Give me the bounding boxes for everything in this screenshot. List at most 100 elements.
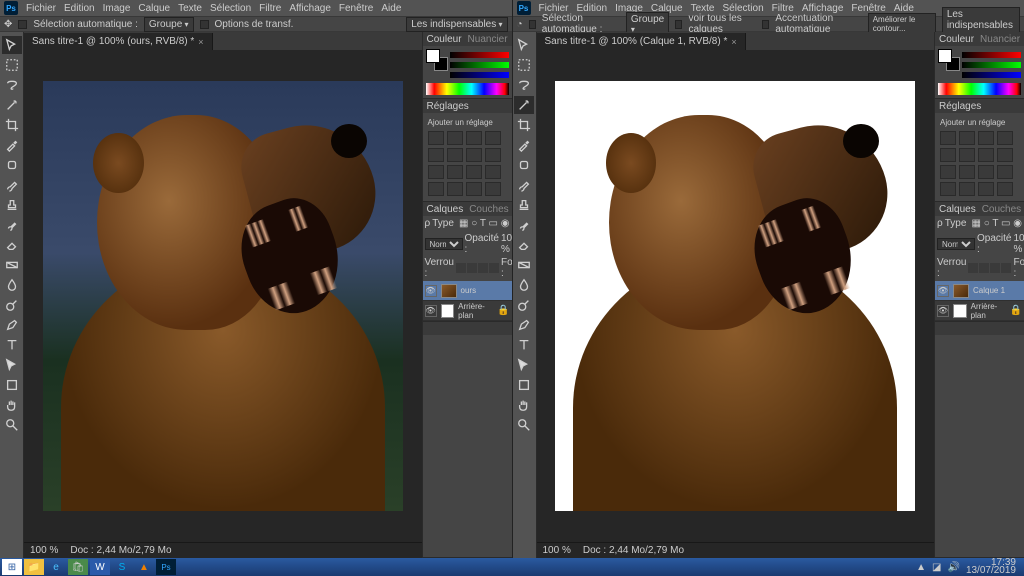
menu-item-file[interactable]: Fichier bbox=[539, 3, 569, 14]
adjustment-layer-icon[interactable] bbox=[974, 324, 984, 334]
menu-item-text[interactable]: Texte bbox=[691, 3, 715, 14]
lock-trans-icon[interactable] bbox=[456, 263, 466, 273]
adj-selective-icon[interactable] bbox=[485, 182, 501, 196]
lock-pos-icon[interactable] bbox=[990, 263, 1000, 273]
canvas[interactable] bbox=[555, 81, 915, 511]
tray-volume-icon[interactable]: 🔊 bbox=[947, 562, 959, 573]
blur-tool[interactable] bbox=[2, 276, 22, 294]
menu-item-help[interactable]: Aide bbox=[894, 3, 914, 14]
blue-slider[interactable] bbox=[962, 72, 1021, 78]
color-spectrum[interactable] bbox=[426, 83, 509, 95]
path-tool[interactable] bbox=[2, 356, 22, 374]
blur-tool[interactable] bbox=[514, 276, 534, 294]
workspace-dropdown[interactable]: Les indispensables ▾ bbox=[406, 17, 507, 32]
marquee-tool[interactable] bbox=[2, 56, 22, 74]
dodge-tool[interactable] bbox=[2, 296, 22, 314]
zoom-level[interactable]: 100 % bbox=[543, 545, 571, 556]
app-logo[interactable]: Ps bbox=[517, 1, 531, 15]
layers-tab[interactable]: Calques bbox=[939, 204, 976, 215]
adj-lookup-icon[interactable] bbox=[978, 165, 994, 179]
adj-bw-icon[interactable] bbox=[997, 148, 1013, 162]
visibility-toggle-icon[interactable]: 👁 bbox=[937, 305, 949, 317]
taskbar-skype-icon[interactable]: S bbox=[112, 559, 132, 575]
swatches-tab[interactable]: Nuancier bbox=[980, 34, 1020, 45]
canvas[interactable] bbox=[43, 81, 403, 511]
document-tab[interactable]: Sans titre-1 @ 100% (Calque 1, RVB/8) *× bbox=[537, 33, 746, 50]
swatches-tab[interactable]: Nuancier bbox=[468, 34, 508, 45]
move-tool-icon[interactable]: ✥ bbox=[4, 19, 12, 30]
auto-select-checkbox[interactable] bbox=[18, 20, 27, 29]
eyedropper-tool[interactable] bbox=[2, 136, 22, 154]
path-tool[interactable] bbox=[514, 356, 534, 374]
close-tab-icon[interactable]: × bbox=[198, 37, 203, 47]
marquee-tool[interactable] bbox=[514, 56, 534, 74]
taskbar-store-icon[interactable]: 🛍 bbox=[68, 559, 88, 575]
adj-levels-icon[interactable] bbox=[959, 131, 975, 145]
adj-vibrance-icon[interactable] bbox=[428, 148, 444, 162]
eraser-tool[interactable] bbox=[2, 236, 22, 254]
layer-thumbnail[interactable] bbox=[441, 304, 455, 318]
lasso-tool[interactable] bbox=[514, 76, 534, 94]
trash-icon[interactable] bbox=[1012, 324, 1022, 334]
group-icon[interactable] bbox=[987, 324, 997, 334]
adj-hue-icon[interactable] bbox=[447, 148, 463, 162]
blue-slider[interactable] bbox=[450, 72, 509, 78]
menu-item-text[interactable]: Texte bbox=[178, 3, 202, 14]
layer-row[interactable]: 👁Arrière-plan🔒 bbox=[935, 301, 1024, 321]
red-slider[interactable] bbox=[962, 52, 1021, 58]
menu-item-window[interactable]: Fenêtre bbox=[851, 3, 885, 14]
adjustments-tab[interactable]: Réglages bbox=[427, 101, 469, 112]
taskbar-vlc-icon[interactable]: ▲ bbox=[134, 559, 154, 575]
new-layer-icon[interactable] bbox=[999, 324, 1009, 334]
clock-date[interactable]: 13/07/2019 bbox=[966, 567, 1016, 575]
adj-posterize-icon[interactable] bbox=[428, 182, 444, 196]
shape-tool[interactable] bbox=[2, 376, 22, 394]
eraser-tool[interactable] bbox=[514, 236, 534, 254]
adj-selective-icon[interactable] bbox=[997, 182, 1013, 196]
trash-icon[interactable] bbox=[499, 324, 509, 334]
history-brush-tool[interactable] bbox=[514, 216, 534, 234]
adjustment-layer-icon[interactable] bbox=[462, 324, 472, 334]
crop-tool[interactable] bbox=[2, 116, 22, 134]
adj-photo-filter-icon[interactable] bbox=[428, 165, 444, 179]
visibility-toggle-icon[interactable]: 👁 bbox=[425, 305, 437, 317]
tray-up-icon[interactable]: ▲ bbox=[916, 562, 926, 573]
layer-thumbnail[interactable] bbox=[953, 284, 969, 298]
channels-tab[interactable]: Couches bbox=[982, 204, 1021, 215]
blend-mode-select[interactable]: Normal bbox=[425, 238, 463, 250]
taskbar-word-icon[interactable]: W bbox=[90, 559, 110, 575]
adj-brightness-icon[interactable] bbox=[428, 131, 444, 145]
adj-gradient-icon[interactable] bbox=[978, 182, 994, 196]
visibility-toggle-icon[interactable]: 👁 bbox=[425, 285, 437, 297]
move-tool[interactable] bbox=[2, 36, 22, 54]
menu-item-filter[interactable]: Filtre bbox=[772, 3, 794, 14]
adj-mixer-icon[interactable] bbox=[447, 165, 463, 179]
gradient-tool[interactable] bbox=[514, 256, 534, 274]
menu-item-view[interactable]: Affichage bbox=[802, 3, 844, 14]
taskbar-explorer-icon[interactable]: 📁 bbox=[24, 559, 44, 575]
stamp-tool[interactable] bbox=[2, 196, 22, 214]
fx-icon[interactable] bbox=[949, 324, 959, 334]
color-spectrum[interactable] bbox=[938, 83, 1021, 95]
adj-curves-icon[interactable] bbox=[978, 131, 994, 145]
layer-thumbnail[interactable] bbox=[953, 304, 967, 318]
auto-select-checkbox[interactable] bbox=[529, 20, 536, 29]
adj-exposure-icon[interactable] bbox=[485, 131, 501, 145]
lasso-tool[interactable] bbox=[2, 76, 22, 94]
zoom-tool[interactable] bbox=[2, 416, 22, 434]
brush-tool[interactable] bbox=[2, 176, 22, 194]
menu-item-view[interactable]: Affichage bbox=[289, 3, 331, 14]
pen-tool[interactable] bbox=[514, 316, 534, 334]
lock-pos-icon[interactable] bbox=[478, 263, 488, 273]
adj-hue-icon[interactable] bbox=[959, 148, 975, 162]
start-button[interactable]: ⊞ bbox=[2, 559, 22, 575]
shape-tool[interactable] bbox=[514, 376, 534, 394]
adj-threshold-icon[interactable] bbox=[959, 182, 975, 196]
layer-row[interactable]: 👁Calque 1 bbox=[935, 281, 1024, 301]
pen-tool[interactable] bbox=[2, 316, 22, 334]
zoom-tool[interactable] bbox=[514, 416, 534, 434]
menu-item-window[interactable]: Fenêtre bbox=[339, 3, 373, 14]
adj-lookup-icon[interactable] bbox=[466, 165, 482, 179]
adj-balance-icon[interactable] bbox=[978, 148, 994, 162]
adj-balance-icon[interactable] bbox=[466, 148, 482, 162]
